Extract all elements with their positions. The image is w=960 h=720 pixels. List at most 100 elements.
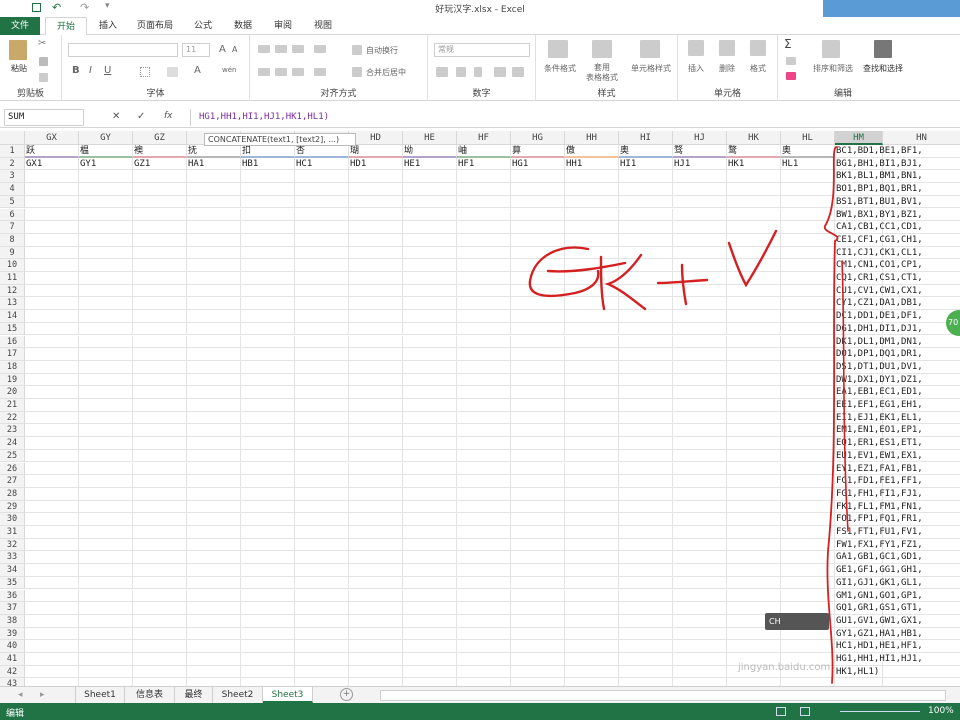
- tab-file[interactable]: 文件: [0, 17, 40, 35]
- page-layout-view-icon[interactable]: [800, 707, 810, 716]
- ink-k-vertical: [599, 255, 606, 311]
- title-bar: ↶ ↷ ▾ 好玩汉字.xlsx - Excel: [0, 0, 960, 17]
- font-size-select[interactable]: 11: [182, 43, 210, 57]
- clipboard-group: 粘贴 ✂ 剪贴板: [0, 35, 62, 101]
- ribbon: 粘贴 ✂ 剪贴板 11 A A B I U A wén 字体 自动换行 合并后居…: [0, 35, 960, 101]
- insert-function-icon[interactable]: fx: [164, 111, 173, 121]
- tab-formulas[interactable]: 公式: [185, 17, 221, 35]
- phonetic-button[interactable]: wén: [222, 66, 236, 74]
- paste-button[interactable]: 粘贴: [4, 63, 34, 74]
- cell-styles-icon[interactable]: [640, 40, 660, 58]
- ink-k-arm: [604, 253, 647, 311]
- status-mode: 编辑: [6, 709, 25, 719]
- function-tooltip: CONCATENATE(text1, [text2], ...): [204, 133, 356, 146]
- binoculars-icon[interactable]: [874, 40, 892, 58]
- tab-home[interactable]: 开始: [45, 17, 87, 36]
- insert-cells-icon[interactable]: [688, 40, 704, 56]
- copy-icon[interactable]: [39, 57, 48, 66]
- cells-label: 单元格: [713, 89, 741, 99]
- ink-crossbar: [546, 261, 627, 273]
- tab-insert[interactable]: 插入: [90, 17, 126, 35]
- italic-button[interactable]: I: [89, 65, 92, 76]
- align-left-icon[interactable]: [258, 68, 270, 76]
- format-painter-icon[interactable]: [39, 73, 48, 82]
- font-name-select[interactable]: [68, 43, 178, 57]
- alignment-group: 自动换行 合并后居中 对齐方式: [250, 35, 428, 101]
- sort-filter-button[interactable]: 排序和筛选: [808, 63, 858, 74]
- wrap-text-icon[interactable]: [352, 45, 362, 55]
- add-sheet-icon[interactable]: +: [340, 688, 353, 701]
- top-align-icon[interactable]: [258, 45, 270, 53]
- formula-input[interactable]: HG1,HH1,HI1,HJ1,HK1,HL1): [190, 109, 950, 126]
- underline-button[interactable]: U: [104, 65, 111, 76]
- horizontal-scrollbar[interactable]: [380, 690, 946, 701]
- wrap-text-button[interactable]: 自动换行: [366, 45, 398, 56]
- format-cells-button[interactable]: 格式: [744, 63, 772, 74]
- comma-icon[interactable]: [474, 67, 482, 77]
- font-label: 字体: [146, 89, 165, 99]
- increase-decimal-icon[interactable]: [494, 67, 506, 77]
- zoom-level[interactable]: 100%: [928, 706, 954, 716]
- sort-filter-icon[interactable]: [822, 40, 840, 58]
- shrink-font-button[interactable]: A: [232, 45, 237, 54]
- insert-cells-button[interactable]: 插入: [682, 63, 710, 74]
- worksheet-grid[interactable]: GXGYGZHAHBHCHDHEHFHGHHHIHJHKHLHMHN 1跃榅襖抚…: [0, 131, 960, 686]
- clear-icon[interactable]: [786, 72, 796, 80]
- tab-page-layout[interactable]: 页面布局: [130, 17, 180, 35]
- find-select-button[interactable]: 查找和选择: [858, 63, 908, 74]
- tab-data[interactable]: 数据: [225, 17, 261, 35]
- ink-v: [727, 229, 778, 288]
- format-table-button[interactable]: 套用 表格格式: [580, 63, 624, 83]
- cell-styles-button[interactable]: 单元格样式: [626, 63, 676, 74]
- border-icon[interactable]: [140, 67, 150, 77]
- next-sheet-icon[interactable]: ▸: [40, 690, 45, 700]
- delete-cells-button[interactable]: 删除: [713, 63, 741, 74]
- floating-input-toolbar[interactable]: CH: [765, 613, 829, 630]
- grow-font-button[interactable]: A: [219, 44, 226, 55]
- bottom-align-icon[interactable]: [292, 45, 304, 53]
- zoom-slider[interactable]: [840, 711, 920, 712]
- align-center-icon[interactable]: [275, 68, 287, 76]
- fill-color-icon[interactable]: [167, 67, 178, 77]
- sheet-tabs: ◂ ▸ Sheet1 信息表 最终 Sheet2 Sheet3 +: [0, 686, 960, 703]
- align-right-icon[interactable]: [292, 68, 304, 76]
- currency-icon[interactable]: [436, 67, 448, 77]
- name-box[interactable]: SUM: [4, 109, 84, 126]
- decrease-decimal-icon[interactable]: [512, 67, 524, 77]
- sheet-tab-info[interactable]: 信息表: [125, 687, 175, 703]
- conditional-format-button[interactable]: 条件格式: [538, 63, 582, 74]
- cancel-icon[interactable]: ✕: [112, 111, 120, 122]
- delete-cells-icon[interactable]: [719, 40, 735, 56]
- indent-icon[interactable]: [314, 68, 326, 76]
- tab-review[interactable]: 审阅: [265, 17, 301, 35]
- percent-icon[interactable]: [456, 67, 466, 77]
- paste-icon[interactable]: [9, 40, 27, 60]
- middle-align-icon[interactable]: [275, 45, 287, 53]
- orientation-icon[interactable]: [314, 45, 326, 53]
- conditional-format-icon[interactable]: [548, 40, 568, 58]
- font-color-button[interactable]: A: [194, 65, 201, 76]
- merge-center-icon[interactable]: [352, 67, 362, 77]
- normal-view-icon[interactable]: [776, 707, 786, 716]
- fill-icon[interactable]: [786, 57, 796, 65]
- format-cells-icon[interactable]: [750, 40, 766, 56]
- styles-label: 样式: [597, 89, 616, 99]
- merge-center-button[interactable]: 合并后居中: [366, 67, 406, 78]
- editing-group: Σ 排序和筛选 查找和选择 编辑: [778, 35, 908, 101]
- sheet-tab-sheet1[interactable]: Sheet1: [75, 687, 125, 703]
- bold-button[interactable]: B: [72, 65, 80, 76]
- format-table-icon[interactable]: [592, 40, 612, 58]
- tab-view[interactable]: 视图: [305, 17, 341, 35]
- editing-label: 编辑: [833, 89, 852, 99]
- number-format-select[interactable]: 常规: [434, 43, 530, 57]
- prev-sheet-icon[interactable]: ◂: [18, 690, 23, 700]
- sheet-tab-final[interactable]: 最终: [175, 687, 213, 703]
- cut-icon[interactable]: ✂: [38, 38, 46, 49]
- sheet-tab-sheet2[interactable]: Sheet2: [213, 687, 263, 703]
- autosum-button[interactable]: Σ: [784, 37, 792, 51]
- enter-icon[interactable]: ✓: [137, 111, 145, 122]
- sheet-tab-sheet3[interactable]: Sheet3: [263, 687, 313, 703]
- window-title: 好玩汉字.xlsx - Excel: [435, 5, 525, 15]
- formula-controls: ✕ ✓ fx: [104, 109, 186, 126]
- formula-text: HG1,HH1,HI1,HJ1,HK1,HL1): [199, 112, 330, 122]
